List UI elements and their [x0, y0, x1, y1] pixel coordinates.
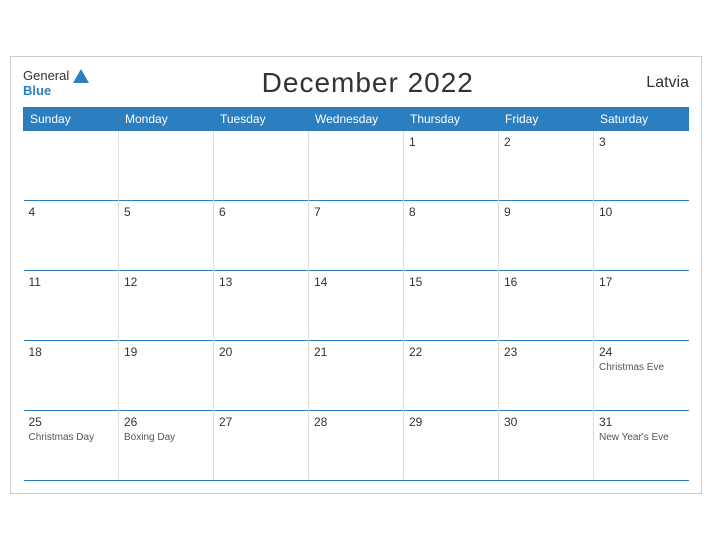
- day-number: 5: [124, 205, 208, 219]
- calendar-cell: 19: [119, 341, 214, 411]
- day-number: 13: [219, 275, 303, 289]
- calendar-cell: 25 Christmas Day: [24, 411, 119, 481]
- weekday-header-tuesday: Tuesday: [214, 108, 309, 131]
- holiday-name: Christmas Day: [29, 431, 114, 444]
- day-number: 25: [29, 415, 114, 429]
- logo: General Blue: [23, 68, 89, 98]
- calendar-cell: 6: [214, 201, 309, 271]
- weekday-header-row: SundayMondayTuesdayWednesdayThursdayFrid…: [24, 108, 689, 131]
- day-number: 3: [599, 135, 684, 149]
- day-number: 21: [314, 345, 398, 359]
- calendar-cell: 1: [404, 131, 499, 201]
- calendar-cell: 16: [499, 271, 594, 341]
- day-number: 26: [124, 415, 208, 429]
- calendar-cell: 7: [309, 201, 404, 271]
- calendar-cell: [119, 131, 214, 201]
- calendar-cell: 27: [214, 411, 309, 481]
- week-row-5: 25 Christmas Day 26 Boxing Day 27 28 29 30 31 New…: [24, 411, 689, 481]
- calendar-cell: 8: [404, 201, 499, 271]
- day-number: 29: [409, 415, 493, 429]
- calendar-cell: 12: [119, 271, 214, 341]
- calendar-cell: 13: [214, 271, 309, 341]
- calendar-cell: 26 Boxing Day: [119, 411, 214, 481]
- day-number: 14: [314, 275, 398, 289]
- calendar-table: SundayMondayTuesdayWednesdayThursdayFrid…: [23, 107, 689, 481]
- day-number: 27: [219, 415, 303, 429]
- day-number: 19: [124, 345, 208, 359]
- day-number: 10: [599, 205, 684, 219]
- calendar-cell: [24, 131, 119, 201]
- day-number: 28: [314, 415, 398, 429]
- calendar-cell: 5: [119, 201, 214, 271]
- calendar-cell: 29: [404, 411, 499, 481]
- week-row-1: 123: [24, 131, 689, 201]
- weekday-header-saturday: Saturday: [594, 108, 689, 131]
- calendar-cell: 24 Christmas Eve: [594, 341, 689, 411]
- weekday-header-friday: Friday: [499, 108, 594, 131]
- day-number: 16: [504, 275, 588, 289]
- calendar-cell: 17: [594, 271, 689, 341]
- holiday-name: Boxing Day: [124, 431, 208, 444]
- calendar-cell: 11: [24, 271, 119, 341]
- weekday-header-thursday: Thursday: [404, 108, 499, 131]
- day-number: 2: [504, 135, 588, 149]
- day-number: 4: [29, 205, 114, 219]
- day-number: 9: [504, 205, 588, 219]
- calendar-container: General Blue December 2022 Latvia Sunday…: [10, 56, 702, 494]
- day-number: 8: [409, 205, 493, 219]
- calendar-cell: [214, 131, 309, 201]
- calendar-cell: 4: [24, 201, 119, 271]
- day-number: 18: [29, 345, 114, 359]
- calendar-cell: 21: [309, 341, 404, 411]
- calendar-cell: 2: [499, 131, 594, 201]
- weekday-header-wednesday: Wednesday: [309, 108, 404, 131]
- day-number: 31: [599, 415, 684, 429]
- month-title: December 2022: [262, 67, 474, 99]
- calendar-cell: [309, 131, 404, 201]
- calendar-cell: 18: [24, 341, 119, 411]
- calendar-cell: 31 New Year's Eve: [594, 411, 689, 481]
- weekday-header-monday: Monday: [119, 108, 214, 131]
- country-label: Latvia: [646, 74, 689, 92]
- day-number: 15: [409, 275, 493, 289]
- calendar-cell: 20: [214, 341, 309, 411]
- day-number: 30: [504, 415, 588, 429]
- logo-triangle-icon: [73, 69, 89, 83]
- calendar-cell: 30: [499, 411, 594, 481]
- calendar-cell: 3: [594, 131, 689, 201]
- day-number: 12: [124, 275, 208, 289]
- holiday-name: New Year's Eve: [599, 431, 684, 444]
- logo-general-text: General: [23, 68, 69, 83]
- day-number: 7: [314, 205, 398, 219]
- logo-blue-text: Blue: [23, 83, 51, 98]
- week-row-4: 18 19 20 21 22 23 24 Christmas Eve: [24, 341, 689, 411]
- day-number: 17: [599, 275, 684, 289]
- day-number: 20: [219, 345, 303, 359]
- week-row-3: 11 12 13 14 15 16 17: [24, 271, 689, 341]
- day-number: 22: [409, 345, 493, 359]
- calendar-header: General Blue December 2022 Latvia: [23, 67, 689, 99]
- holiday-name: Christmas Eve: [599, 361, 684, 374]
- week-row-2: 456789 10: [24, 201, 689, 271]
- calendar-cell: 14: [309, 271, 404, 341]
- day-number: 11: [29, 275, 114, 289]
- day-number: 24: [599, 345, 684, 359]
- calendar-cell: 23: [499, 341, 594, 411]
- calendar-cell: 9: [499, 201, 594, 271]
- calendar-cell: 15: [404, 271, 499, 341]
- day-number: 6: [219, 205, 303, 219]
- weekday-header-sunday: Sunday: [24, 108, 119, 131]
- calendar-cell: 28: [309, 411, 404, 481]
- day-number: 1: [409, 135, 493, 149]
- calendar-cell: 10: [594, 201, 689, 271]
- calendar-cell: 22: [404, 341, 499, 411]
- day-number: 23: [504, 345, 588, 359]
